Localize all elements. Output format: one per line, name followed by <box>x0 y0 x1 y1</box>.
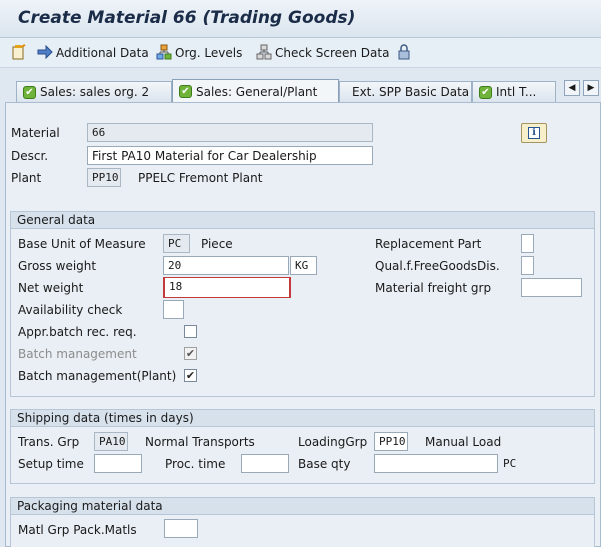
base-uom-field[interactable]: PC <box>163 234 190 253</box>
freight-group-label: Material freight grp <box>375 281 492 295</box>
replacement-part-label: Replacement Part <box>375 237 482 251</box>
net-weight-input[interactable]: 18 <box>163 277 291 298</box>
batch-management-label: Batch management <box>18 347 137 361</box>
info-button[interactable]: i <box>521 123 547 143</box>
matl-grp-pack-input[interactable] <box>164 519 198 538</box>
window-title: Create Material 66 (Trading Goods) <box>18 8 356 28</box>
org-levels-button[interactable]: Org. Levels <box>156 44 242 62</box>
lock-button[interactable] <box>398 43 413 63</box>
replacement-part-input[interactable] <box>521 234 534 253</box>
batch-management-plant-label: Batch management(Plant) <box>18 369 177 383</box>
check-hierarchy-icon <box>256 44 272 63</box>
group-title: Shipping data (times in days) <box>11 410 594 427</box>
group-title: General data <box>11 212 594 229</box>
gross-weight-label: Gross weight <box>18 259 97 273</box>
plant-description: PPELC Fremont Plant <box>138 171 263 185</box>
base-qty-input[interactable] <box>374 454 498 473</box>
weight-unit-input[interactable]: KG <box>290 256 317 275</box>
base-qty-unit: PC <box>503 457 517 470</box>
arrow-right-icon <box>37 44 53 62</box>
info-icon: i <box>528 127 540 139</box>
tab-intl-trade[interactable]: ✔ Intl T... <box>472 81 556 102</box>
tab-label: Sales: General/Plant <box>196 84 318 99</box>
lock-icon <box>398 43 410 63</box>
packaging-data-group: Packaging material data <box>10 497 595 547</box>
tab-sales-org-2[interactable]: ✔ Sales: sales org. 2 <box>16 81 172 102</box>
freight-group-input[interactable] <box>521 278 582 297</box>
batch-management-plant-checkbox[interactable]: ✔ <box>184 369 197 382</box>
appr-batch-label: Appr.batch rec. req. <box>18 325 137 339</box>
check-status-icon: ✔ <box>479 85 492 99</box>
appr-batch-checkbox[interactable] <box>184 325 197 338</box>
tab-scroll-right-button[interactable]: ▶ <box>583 80 599 96</box>
tab-sales-general-plant[interactable]: ✔ Sales: General/Plant <box>172 79 339 103</box>
description-input[interactable]: First PA10 Material for Car Dealership <box>87 146 373 165</box>
material-label: Material <box>11 126 60 140</box>
base-qty-label: Base qty <box>298 457 351 471</box>
title-bar: Create Material 66 (Trading Goods) <box>0 0 601 38</box>
batch-management-checkbox: ✔ <box>184 347 197 360</box>
qual-free-goods-input[interactable] <box>521 256 534 275</box>
org-levels-label: Org. Levels <box>175 46 243 60</box>
proc-time-input[interactable] <box>241 454 289 473</box>
check-screen-data-button[interactable]: Check Screen Data <box>256 44 389 62</box>
check-status-icon: ✔ <box>23 85 36 99</box>
check-status-icon: ✔ <box>179 85 192 98</box>
additional-data-button[interactable]: Additional Data <box>37 44 149 62</box>
loading-grp-label: LoadingGrp <box>298 435 368 449</box>
tab-strip: ✔ Sales: sales org. 2 ✔ Sales: General/P… <box>0 68 601 103</box>
tab-label: Intl T... <box>496 85 537 99</box>
new-document-icon <box>12 43 26 63</box>
proc-time-label: Proc. time <box>165 457 226 471</box>
matl-grp-pack-label: Matl Grp Pack.Matls <box>18 523 137 537</box>
check-screen-data-label: Check Screen Data <box>275 46 390 60</box>
material-field[interactable]: 66 <box>87 123 373 142</box>
tab-navigation: ◀ ▶ <box>561 80 599 96</box>
net-weight-label: Net weight <box>18 281 84 295</box>
trans-grp-text: Normal Transports <box>145 435 255 449</box>
plant-field[interactable]: PP10 <box>87 168 121 187</box>
availability-check-input[interactable] <box>163 300 184 319</box>
setup-time-input[interactable] <box>94 454 142 473</box>
tab-label: Ext. SPP Basic Data <box>352 85 470 99</box>
loading-grp-input[interactable]: PP10 <box>374 432 408 451</box>
org-hierarchy-icon <box>156 44 172 63</box>
trans-grp-label: Trans. Grp <box>18 435 80 449</box>
loading-grp-text: Manual Load <box>425 435 502 449</box>
descr-label: Descr. <box>11 149 49 163</box>
qual-free-goods-label: Qual.f.FreeGoodsDis. <box>375 259 500 273</box>
tab-ext-spp-basic-data[interactable]: Ext. SPP Basic Data <box>339 81 472 102</box>
plant-label: Plant <box>11 171 42 185</box>
base-uom-label: Base Unit of Measure <box>18 237 146 251</box>
availability-check-label: Availability check <box>18 303 123 317</box>
create-icon-button[interactable] <box>12 43 29 63</box>
trans-grp-field[interactable]: PA10 <box>94 432 128 451</box>
additional-data-label: Additional Data <box>56 46 149 60</box>
setup-time-label: Setup time <box>18 457 84 471</box>
application-toolbar: Additional Data Org. Levels Check Screen… <box>0 38 601 68</box>
gross-weight-input[interactable]: 20 <box>163 256 289 275</box>
group-title: Packaging material data <box>11 498 594 515</box>
tab-label: Sales: sales org. 2 <box>40 85 150 99</box>
tab-scroll-left-button[interactable]: ◀ <box>564 80 580 96</box>
base-uom-text: Piece <box>201 237 233 251</box>
